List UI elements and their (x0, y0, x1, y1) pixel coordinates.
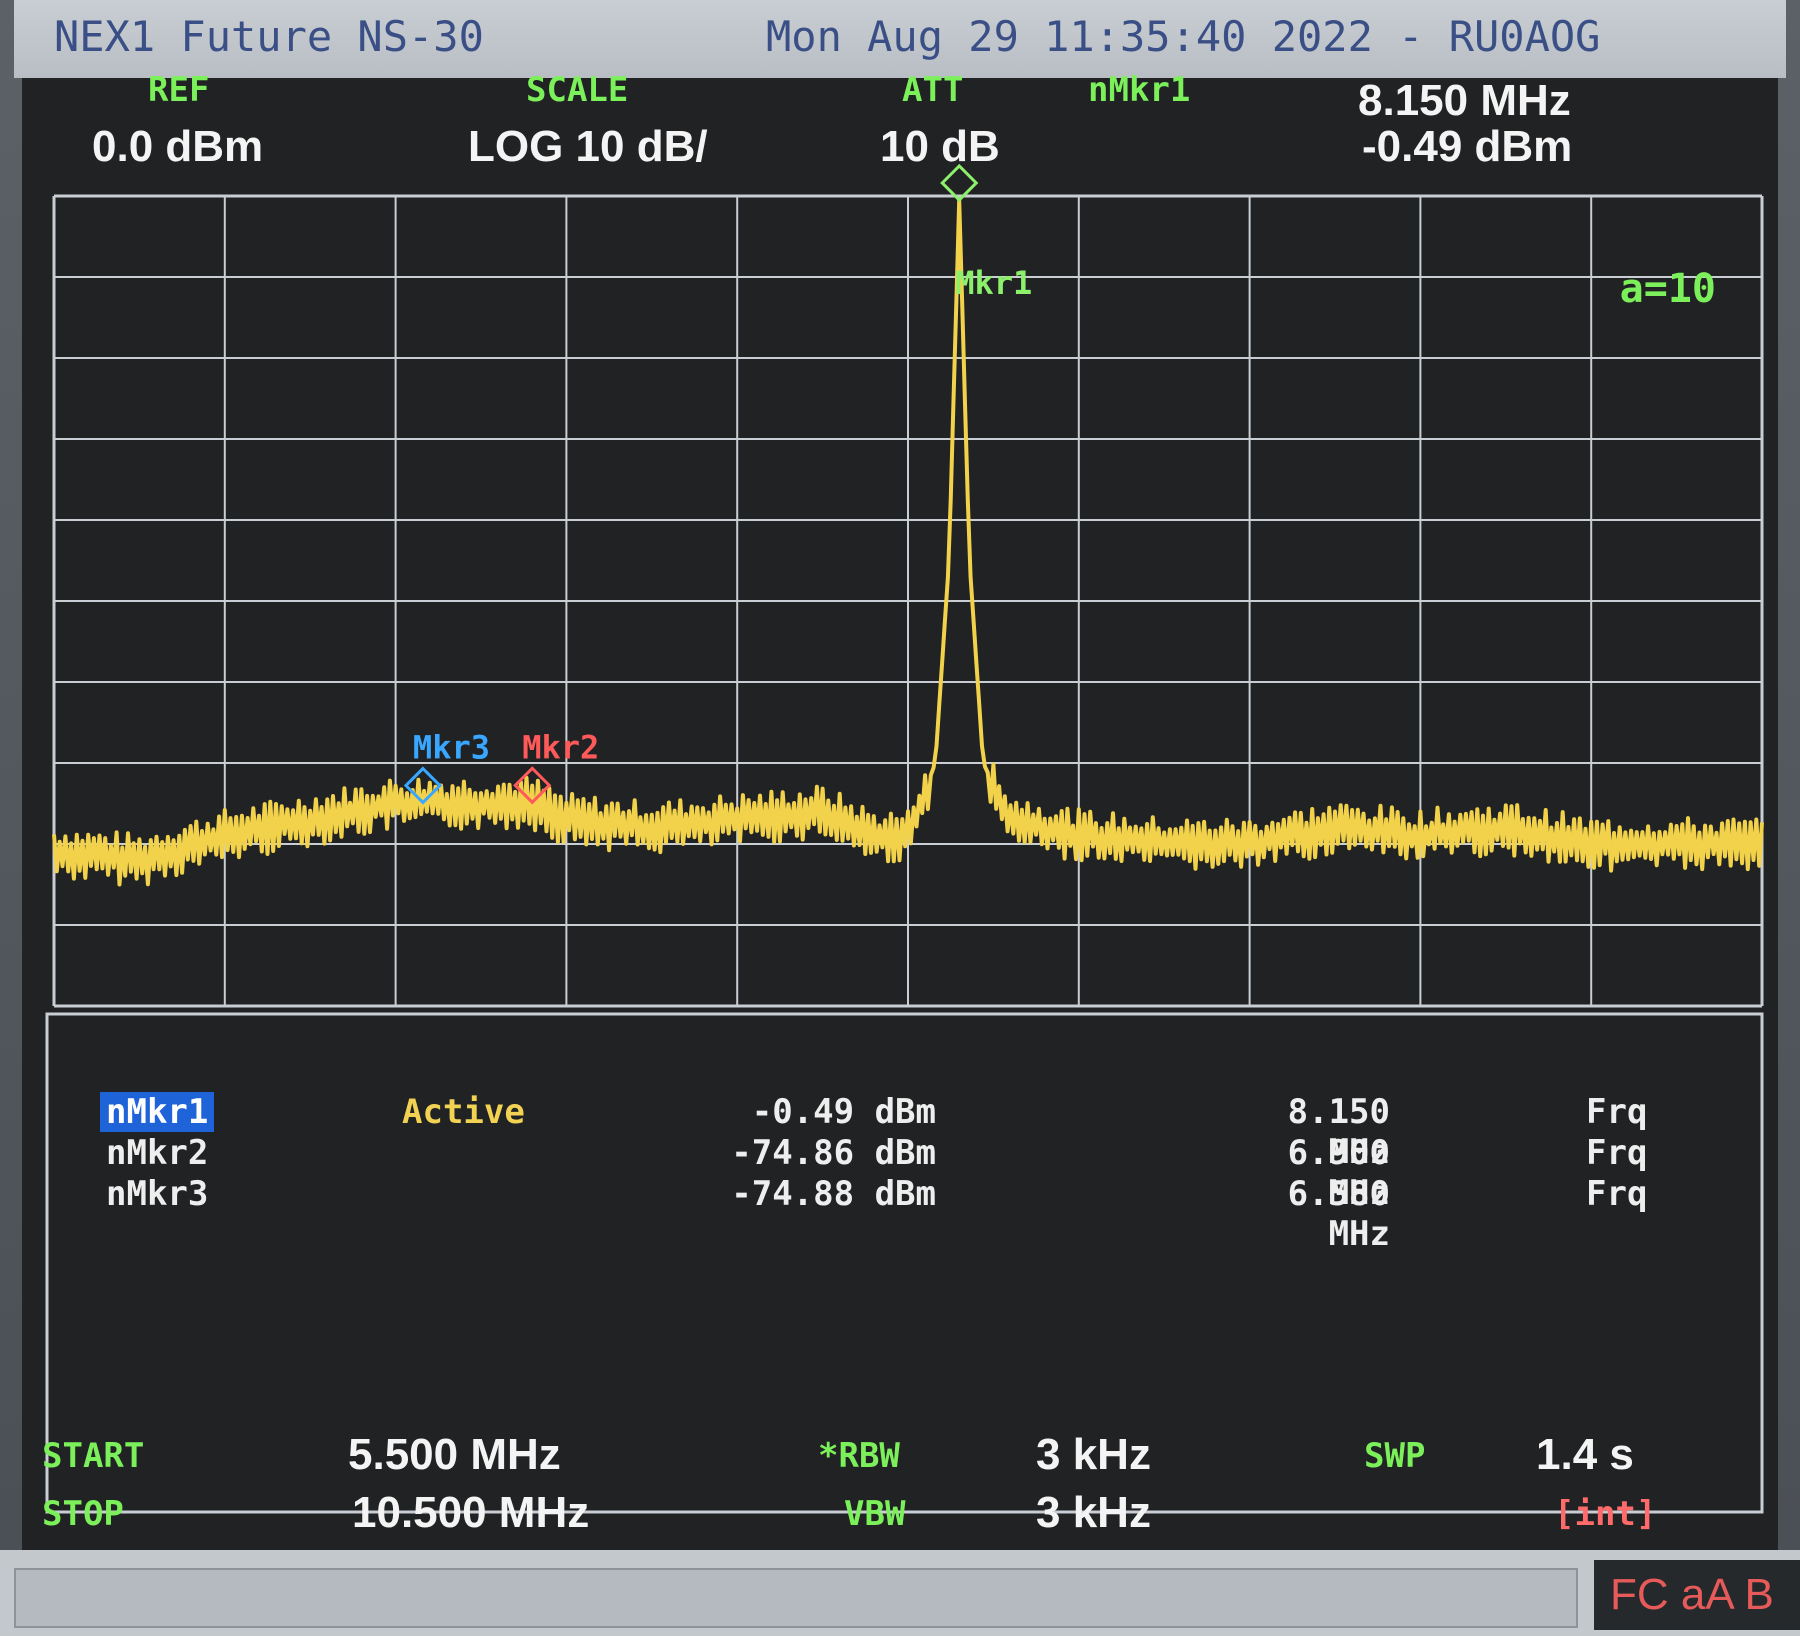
timestamp: Mon Aug 29 11:35:40 2022 - RU0AOG (766, 12, 1601, 61)
marker-label-2: Mkr2 (522, 728, 599, 766)
marker-table-row: nMkr1 Active -0.49 dBm 8.150 MHz Frq (56, 1092, 1776, 1172)
marker-amplitude: -74.86 dBm (731, 1133, 936, 1173)
marker-frequency: 6.580 MHz (1287, 1174, 1390, 1254)
average-label: a=10 (1620, 266, 1716, 312)
start-label: START (42, 1436, 145, 1476)
stop-label: STOP (42, 1494, 124, 1534)
swp-label: SWP (1364, 1436, 1426, 1476)
title-bar: NEX1 Future NS-30 Mon Aug 29 11:35:40 20… (14, 0, 1786, 78)
marker-mode: Frq (1586, 1133, 1648, 1173)
mode-indicators: FC aA B (1594, 1560, 1800, 1630)
analyzer-screen: REF 0.0 dBm SCALE LOG 10 dB/ ATT 10 dB n… (22, 70, 1778, 1550)
vbw-label: VBW (844, 1494, 906, 1534)
spectrum-plot: Mkr1 Mkr2 Mkr3 a=10 (45, 163, 1764, 1514)
marker-amplitude: -0.49 dBm (751, 1092, 936, 1132)
rbw-label: *RBW (818, 1436, 900, 1476)
marker-mode: Frq (1586, 1092, 1648, 1132)
swp-value: 1.4 s (1536, 1430, 1634, 1479)
marker-state: Active (402, 1092, 525, 1132)
rbw-value: 3 kHz (1036, 1430, 1151, 1479)
marker-name: nMkr3 (106, 1174, 209, 1214)
marker-table-frame (45, 1012, 1764, 1514)
vbw-value: 3 kHz (1036, 1488, 1151, 1537)
start-value: 5.500 MHz (348, 1430, 561, 1479)
instrument-title: NEX1 Future NS-30 (54, 12, 484, 61)
status-bar: FC aA B (0, 1550, 1800, 1636)
marker-name: nMkr2 (106, 1133, 209, 1173)
marker-name: nMkr1 (100, 1092, 215, 1132)
marker-label-1: Mkr1 (955, 264, 1032, 302)
marker-label-3: Mkr3 (413, 729, 490, 767)
marker-mode: Frq (1586, 1174, 1648, 1214)
grid (52, 194, 1764, 1008)
swp-mode: [int] (1554, 1494, 1657, 1534)
marker-table-row: nMkr2 -74.86 dBm 6.900 MHz Frq (56, 1133, 1776, 1213)
stop-value: 10.500 MHz (352, 1488, 590, 1537)
status-field (14, 1568, 1578, 1628)
marker-amplitude: -74.88 dBm (731, 1174, 936, 1214)
marker-table-row: nMkr3 -74.88 dBm 6.580 MHz Frq (56, 1174, 1776, 1254)
